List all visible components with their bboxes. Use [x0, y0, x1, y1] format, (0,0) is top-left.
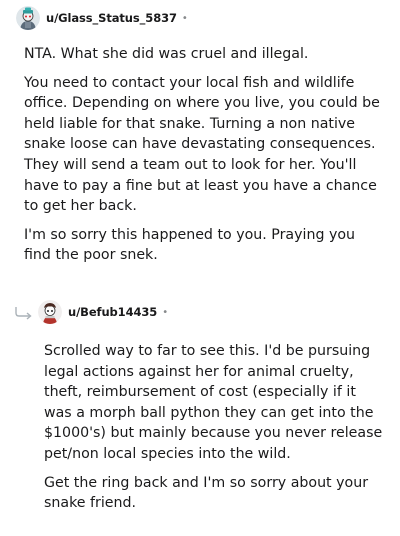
- comment-author-link[interactable]: u/Glass_Status_5837: [46, 11, 177, 25]
- separator-dot: •: [181, 12, 188, 24]
- comment-body: NTA. What she did was cruel and illegal.…: [24, 44, 380, 274]
- comment-header: u/Glass_Status_5837 •: [16, 4, 188, 32]
- snoo-avatar-icon[interactable]: [38, 300, 62, 324]
- snoo-avatar-icon[interactable]: [16, 6, 40, 30]
- comment-paragraph: NTA. What she did was cruel and illegal.: [24, 46, 309, 62]
- reply-paragraph: Get the ring back and I'm so sorry about…: [44, 474, 369, 512]
- comment-paragraph: I'm so sorry this happened to you. Prayi…: [24, 226, 356, 264]
- reply-body: Scrolled way to far to see this. I'd be …: [44, 341, 384, 522]
- reply-author-link[interactable]: u/Befub14435: [68, 305, 157, 319]
- reply-paragraph: Scrolled way to far to see this. I'd be …: [44, 343, 383, 462]
- reply-header: u/Befub14435 •: [38, 298, 168, 326]
- separator-dot: •: [162, 306, 169, 318]
- comment-paragraph: You need to contact your local fish and …: [24, 74, 380, 215]
- reply-arrow-icon: [15, 307, 32, 320]
